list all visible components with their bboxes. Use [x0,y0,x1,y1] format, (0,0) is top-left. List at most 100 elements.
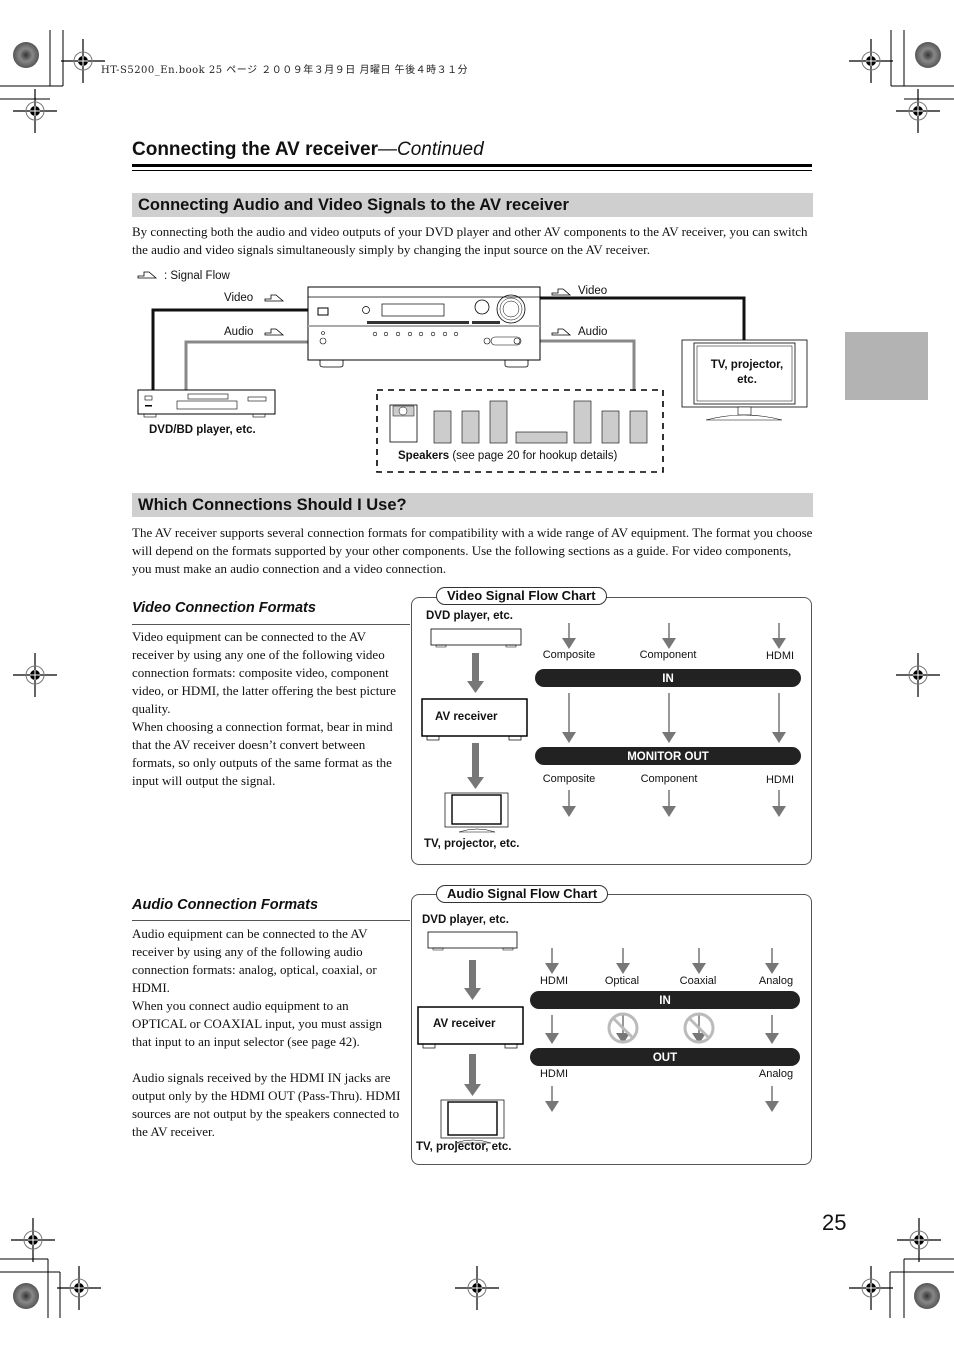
video-chart-display: TV, projector, etc. [424,838,520,850]
audio-through-arrow-head [765,1033,779,1044]
video-through-arrow [778,693,780,733]
video-in-format: HDMI [765,650,795,662]
video-dvd-icon [430,628,522,648]
header-rule-thick [132,164,812,167]
video-out-format: Component [640,773,698,785]
label-dvd-bd-player: DVD/BD player, etc. [149,424,256,436]
video-monitor-out-label: MONITOR OUT [627,751,709,763]
audio-through-arrow [771,1015,773,1034]
video-input-arrow [778,623,780,639]
audio-input-arrow [698,948,700,964]
audio-output-arrow-head [545,1101,559,1112]
audio-out-format: HDMI [539,1068,569,1080]
video-in-format: Composite [542,649,596,661]
section1-paragraph: By connecting both the audio and video o… [132,224,808,257]
video-in-format: Component [639,649,697,661]
video-input-arrow [568,623,570,639]
video-chart-graphics [421,623,801,833]
video-output-arrow-head [562,806,576,817]
video-through-arrow [668,693,670,733]
audio-through-arrow-head [545,1033,559,1044]
audio-arrow-to-tv [464,1054,481,1096]
audio-out-label: OUT [652,1052,678,1064]
audio-dvd-icon [427,931,518,951]
label-video-in: Video [224,292,254,304]
video-tv-icon [444,792,509,833]
video-through-arrow-head [662,732,676,743]
audio-tv-icon [440,1099,505,1144]
video-output-arrow-head [772,806,786,817]
audio-input-arrow [771,948,773,964]
label-speakers: Speakers (see page 20 for hookup details… [398,450,617,462]
audio-cable-out [540,339,636,391]
print-info: HT-S5200_En.book 25 ページ ２００９年３月９日 月曜日 午後… [101,65,469,76]
audio-in-flow-icon [264,328,284,336]
video-cable-in [151,308,308,390]
audio-in-format: Coaxial [679,975,717,987]
video-out-flow-icon [551,288,571,296]
audio-signal-arrows [545,948,779,1112]
video-formats-para2: When choosing a connection format, bear … [132,719,393,788]
page-title-suffix: —Continued [378,139,484,160]
video-input-arrow-head [772,638,786,649]
audio-input-arrow-head [545,963,559,974]
video-cable-out [540,296,746,340]
video-output-arrow [568,790,570,807]
video-in-label: IN [662,673,674,685]
label-speakers-bold: Speakers [398,450,450,462]
video-out-format: HDMI [765,774,795,786]
section2-paragraph: The AV receiver supports several connect… [132,525,813,576]
audio-output-arrow [771,1086,773,1102]
label-video-out: Video [578,285,608,297]
audio-in-label: IN [659,995,671,1007]
video-formats-heading: Video Connection Formats [132,600,316,616]
audio-chart-display: TV, projector, etc. [416,1141,512,1153]
video-formats-rule [132,624,410,625]
audio-through-arrow [698,1015,700,1034]
audio-in-format: Optical [604,975,640,987]
legend-signal-flow: : Signal Flow [164,270,230,282]
audio-formats-para1: Audio equipment can be connected to the … [132,926,377,995]
audio-input-arrow-head [616,963,630,974]
subwoofer-drawing [389,404,418,443]
audio-formats-para3: Audio signals received by the HDMI IN ja… [132,1070,401,1139]
video-formats-para1: Video equipment can be connected to the … [132,629,397,716]
audio-input-arrow [551,948,553,964]
audio-formats-rule [132,920,410,921]
speaker-units [433,400,648,444]
audio-through-arrow [622,1015,624,1034]
video-input-arrow-head [562,638,576,649]
video-input-arrow [668,623,670,639]
audio-out-flow-icon [551,328,571,336]
page-number: 25 [822,1210,847,1235]
audio-input-arrow [622,948,624,964]
video-formats-text: Video equipment can be connected to the … [132,628,404,790]
dvd-player-drawing [137,389,276,418]
audio-out-format: Analog [758,1068,794,1080]
signal-flow-icon [137,271,157,279]
video-out-format: Composite [542,773,596,785]
chapter-tab [845,332,928,400]
video-in-flow-icon [264,294,284,302]
label-audio-in: Audio [224,326,254,338]
audio-arrow-to-receiver [464,960,481,1000]
label-audio-out: Audio [578,326,608,338]
video-output-arrow-head [662,806,676,817]
page-title: Connecting the AV receiver—Continued [132,139,484,161]
audio-output-arrow [551,1086,553,1102]
audio-formats-para2: When you connect audio equipment to an O… [132,998,383,1049]
audio-formats-text: Audio equipment can be connected to the … [132,925,404,1141]
audio-output-arrow-head [765,1101,779,1112]
video-output-arrow [668,790,670,807]
audio-in-format: Analog [758,975,794,987]
audio-cable-in [184,340,308,390]
video-arrow-to-tv [467,743,484,789]
label-tv-projector: TV, projector, etc. [710,359,784,386]
audio-formats-heading: Audio Connection Formats [132,897,319,913]
video-through-arrow-head [562,732,576,743]
page-title-main: Connecting the AV receiver [132,139,379,160]
video-arrow-to-receiver [467,653,484,693]
audio-chart-receiver: AV receiver [433,1018,496,1030]
audio-input-arrow-head [692,963,706,974]
video-through-arrow-head [772,732,786,743]
